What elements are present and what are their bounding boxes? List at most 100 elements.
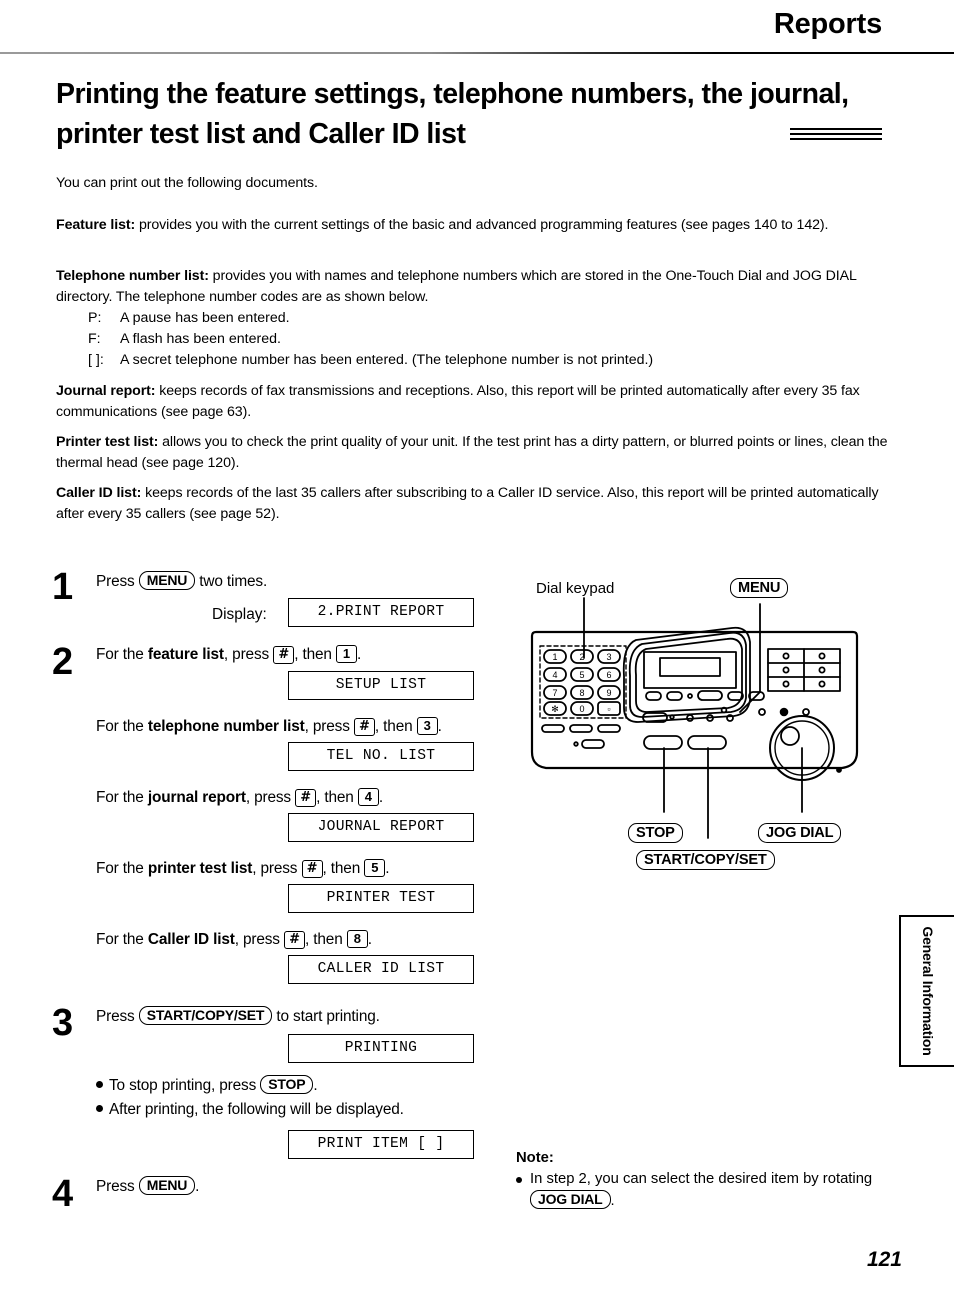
item-prefix: For the	[96, 718, 144, 735]
legend-row: [ ]: A secret telephone number has been …	[88, 350, 868, 371]
svg-text:4: 4	[552, 670, 557, 680]
legend-row: P: A pause has been entered.	[88, 308, 868, 329]
item-suffix: .	[437, 718, 442, 735]
item-mid: , press	[245, 789, 291, 806]
svg-text:▫: ▫	[607, 704, 610, 714]
callout-dial-keypad: Dial keypad	[536, 580, 615, 597]
step-number-3: 3	[52, 1002, 74, 1044]
step-1-text-after: two times.	[199, 573, 268, 590]
callout-stop: STOP	[628, 823, 683, 843]
step-number-1: 1	[52, 566, 74, 608]
menu-key-reference[interactable]: MENU	[138, 571, 196, 590]
item-mid2: , then	[322, 860, 361, 877]
callout-jog-dial: JOG DIAL	[758, 823, 842, 843]
term-feature-list: Feature list:	[56, 217, 136, 233]
hash-key-reference[interactable]: #	[301, 860, 323, 878]
note-block: Note: In step 2, you can select the desi…	[516, 1148, 916, 1212]
step-3-instruction: Press START/COPY/SET to start printing.	[96, 1006, 380, 1027]
svg-text:8: 8	[579, 688, 584, 698]
step-2-item-journal-report: For the journal report, press #, then 4.	[96, 788, 383, 808]
digit-key-reference-3[interactable]: 3	[416, 717, 438, 735]
procedure-steps: 1 Press MENU two times. Display: 2.PRINT…	[0, 556, 500, 1216]
item-target-name: feature list	[147, 646, 224, 663]
digit-key-reference-1[interactable]: 1	[335, 645, 357, 663]
fax-machine-diagram: Dial keypad MENU 1 2 3 4 5 6 7 8 9 ✻ 0 ▫…	[512, 578, 932, 910]
note-text-before: In step 2, you can select the desired it…	[530, 1171, 873, 1187]
lcd-display-printing: PRINTING	[288, 1034, 474, 1063]
lcd-display-print-item: PRINT ITEM [ ]	[288, 1130, 474, 1159]
item-mid: , press	[223, 646, 270, 663]
jog-dial-key-reference[interactable]: JOG DIAL	[530, 1190, 611, 1209]
bullet-dot-icon	[96, 1081, 103, 1088]
item-prefix: For the	[96, 860, 144, 877]
page-header: Reports	[0, 0, 954, 58]
side-tab-label: General Information	[919, 926, 936, 1056]
heading-rule-decoration	[790, 128, 882, 142]
menu-key-reference[interactable]: MENU	[138, 1176, 196, 1195]
item-target-name: journal report	[147, 789, 246, 806]
item-suffix: .	[385, 860, 390, 877]
lcd-display-print-report: 2.PRINT REPORT	[288, 598, 474, 627]
step-1-instruction: Press MENU two times.	[96, 571, 267, 592]
svg-text:6: 6	[606, 670, 611, 680]
step-2-item-feature-list: For the feature list, press #, then 1.	[96, 645, 361, 665]
svg-text:5: 5	[579, 670, 584, 680]
step-3-bullet-after-printing: After printing, the following will be di…	[96, 1100, 404, 1120]
hash-key-reference[interactable]: #	[284, 931, 305, 949]
item-mid: , press	[304, 718, 350, 735]
paragraph-feature-list: Feature list: provides you with the curr…	[56, 215, 894, 236]
svg-text:0: 0	[579, 704, 584, 714]
item-suffix: .	[367, 931, 372, 948]
text-caller-id-list: keeps records of the last 35 callers aft…	[56, 485, 879, 522]
svg-text:✻: ✻	[551, 704, 559, 714]
text-feature-list: provides you with the current settings o…	[135, 217, 829, 233]
step-4-text-before: Press	[96, 1178, 135, 1195]
header-divider	[0, 52, 954, 54]
item-suffix: .	[378, 789, 383, 806]
paragraph-telephone-number-list: Telephone number list: provides you with…	[56, 266, 894, 307]
digit-key-reference-4[interactable]: 4	[357, 788, 379, 806]
term-printer-test-list: Printer test list:	[56, 434, 159, 450]
digit-key-reference-8[interactable]: 8	[346, 930, 368, 948]
note-title: Note:	[516, 1150, 554, 1166]
page-number: 121	[866, 1248, 902, 1271]
digit-key-reference-5[interactable]: 5	[364, 859, 386, 877]
text-journal-report: keeps records of fax transmissions and r…	[56, 383, 860, 420]
item-mid: , press	[234, 931, 280, 948]
term-telephone-number-list: Telephone number list:	[56, 268, 209, 284]
note-bullet: In step 2, you can select the desired it…	[516, 1169, 916, 1212]
svg-text:3: 3	[606, 652, 611, 662]
bullet-text: After printing, the following will be di…	[109, 1101, 404, 1118]
legend-text: A secret telephone number has been enter…	[120, 352, 654, 368]
hash-key-reference[interactable]: #	[353, 718, 375, 736]
stop-key-reference[interactable]: STOP	[260, 1075, 314, 1094]
step-2-item-telephone-number-list: For the telephone number list, press #, …	[96, 717, 442, 737]
start-copy-set-key-reference[interactable]: START/COPY/SET	[138, 1006, 273, 1025]
hash-key-reference[interactable]: #	[295, 789, 317, 807]
lcd-display-printer-test: PRINTER TEST	[288, 884, 474, 913]
item-prefix: For the	[96, 931, 144, 948]
paragraph-caller-id-list: Caller ID list: keeps records of the las…	[56, 483, 894, 524]
callout-menu-box: MENU	[730, 578, 789, 598]
item-mid2: , then	[294, 646, 332, 663]
legend-text: A pause has been entered.	[120, 310, 290, 326]
page-title: Reports	[773, 8, 882, 40]
callout-jog-dial-box: JOG DIAL	[758, 823, 842, 843]
step-number-4: 4	[52, 1173, 74, 1215]
step-3-text-after: to start printing.	[276, 1008, 380, 1025]
legend-symbol: P:	[88, 310, 102, 326]
callout-menu: MENU	[730, 578, 789, 598]
lcd-display-journal-report: JOURNAL REPORT	[288, 813, 474, 842]
hash-key-reference[interactable]: #	[273, 646, 295, 664]
paragraph-printer-test-list: Printer test list: allows you to check t…	[56, 432, 894, 473]
step-1-text-before: Press	[96, 573, 135, 590]
telephone-code-legend: P: A pause has been entered. F: A flash …	[88, 308, 868, 371]
step-3-bullet-stop: To stop printing, press STOP.	[96, 1075, 318, 1096]
step-4-text-after: .	[195, 1178, 200, 1195]
item-mid: , press	[252, 860, 298, 877]
bullet-text-after: .	[313, 1077, 318, 1094]
bullet-dot-icon	[516, 1177, 522, 1183]
svg-text:9: 9	[606, 688, 611, 698]
step-2-item-printer-test-list: For the printer test list, press #, then…	[96, 859, 390, 879]
legend-symbol: F:	[88, 331, 101, 347]
